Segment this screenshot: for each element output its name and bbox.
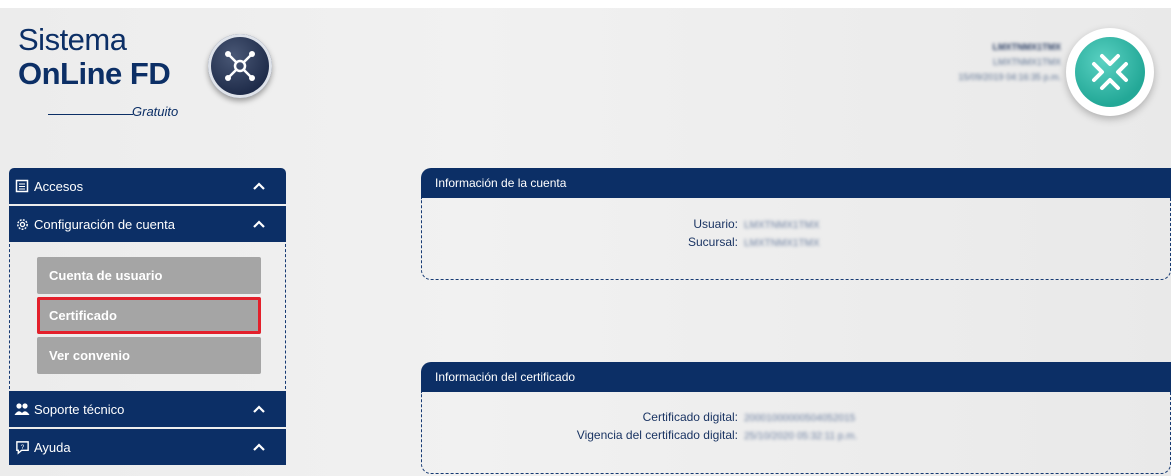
help-chat-icon: ?	[14, 439, 30, 455]
user-account: LMXTNMX1TMX	[992, 57, 1061, 67]
sidebar-section-ayuda[interactable]: ? Ayuda	[9, 429, 286, 465]
network-hub-icon	[208, 34, 272, 98]
chevron-up-icon[interactable]	[252, 179, 266, 193]
sidebar-section-accesos[interactable]: Accesos	[9, 168, 286, 204]
config-submenu: Cuenta de usuario Certificado Ver conven…	[9, 244, 286, 389]
usuario-row: Usuario: LMXTNMX1TMX	[552, 217, 820, 231]
account-info-card: Información de la cuenta Usuario: LMXTNMX…	[421, 168, 1171, 280]
sidebar-section-soporte[interactable]: Soporte técnico	[9, 391, 286, 427]
sucursal-value: LMXTNMX1TMX	[744, 238, 820, 249]
gear-icon	[14, 216, 30, 232]
brand-logo	[1066, 28, 1154, 116]
logo-rule	[48, 114, 133, 115]
chevron-up-icon[interactable]	[252, 402, 266, 416]
users-icon	[14, 401, 30, 417]
certificate-info-body: Certificado digital: 20001000000504052015…	[421, 392, 1171, 474]
vigencia-row: Vigencia del certificado digital: 25/10/2…	[522, 428, 857, 442]
logo-title-line2: OnLine FD	[18, 56, 171, 91]
sidebar-section-label: Soporte técnico	[34, 401, 125, 417]
sucursal-label: Sucursal:	[687, 235, 738, 249]
certificado-value: 20001000000504052015	[744, 413, 856, 424]
certificado-label: Certificado digital:	[642, 410, 738, 424]
chevron-up-icon[interactable]	[252, 217, 266, 231]
chevron-up-icon[interactable]	[252, 440, 266, 454]
menu-item-ver-convenio[interactable]: Ver convenio	[37, 337, 261, 374]
x-arrows-icon	[1075, 37, 1145, 107]
usuario-label: Usuario:	[693, 217, 738, 231]
account-info-title: Información de la cuenta	[421, 168, 1171, 198]
sidebar-menu: Accesos Configuración de cuenta Cuenta d…	[9, 168, 286, 467]
svg-text:?: ?	[20, 443, 24, 450]
sucursal-row: Sucursal: LMXTNMX1TMX	[552, 235, 820, 249]
document-icon	[14, 178, 30, 194]
certificado-row: Certificado digital: 20001000000504052015	[522, 410, 856, 424]
sidebar-section-label: Ayuda	[34, 439, 71, 455]
session-timestamp: 15/09/2019 04:16:35 p.m.	[958, 72, 1061, 82]
menu-item-certificado[interactable]: Certificado	[37, 297, 261, 334]
sidebar-section-configuracion[interactable]: Configuración de cuenta	[9, 206, 286, 242]
sidebar-section-label: Configuración de cuenta	[34, 216, 175, 232]
logo-title-line1: Sistema	[18, 22, 127, 57]
logo-subtitle: Gratuito	[132, 104, 179, 119]
sidebar-section-label: Accesos	[34, 178, 84, 194]
menu-item-cuenta-usuario[interactable]: Cuenta de usuario	[37, 257, 261, 294]
user-info: LMXTNMX1TMX LMXTNMX1TMX 15/09/2019 04:16…	[958, 40, 1061, 85]
vigencia-label: Vigencia del certificado digital:	[576, 428, 738, 442]
certificate-info-title: Información del certificado	[421, 362, 1171, 392]
usuario-value: LMXTNMX1TMX	[744, 220, 820, 231]
app-logo[interactable]: Sistema OnLine FD Gratuito	[18, 22, 198, 132]
user-name: LMXTNMX1TMX	[992, 42, 1062, 52]
certificate-info-card: Información del certificado Certificado …	[421, 362, 1171, 474]
vigencia-value: 25/10/2020 05:32:11 p.m.	[744, 431, 858, 442]
account-info-body: Usuario: LMXTNMX1TMX Sucursal: LMXTNMX1TMX	[421, 198, 1171, 280]
page: Sistema OnLine FD Gratuito LMXTNMX1TMX L…	[0, 8, 1171, 476]
